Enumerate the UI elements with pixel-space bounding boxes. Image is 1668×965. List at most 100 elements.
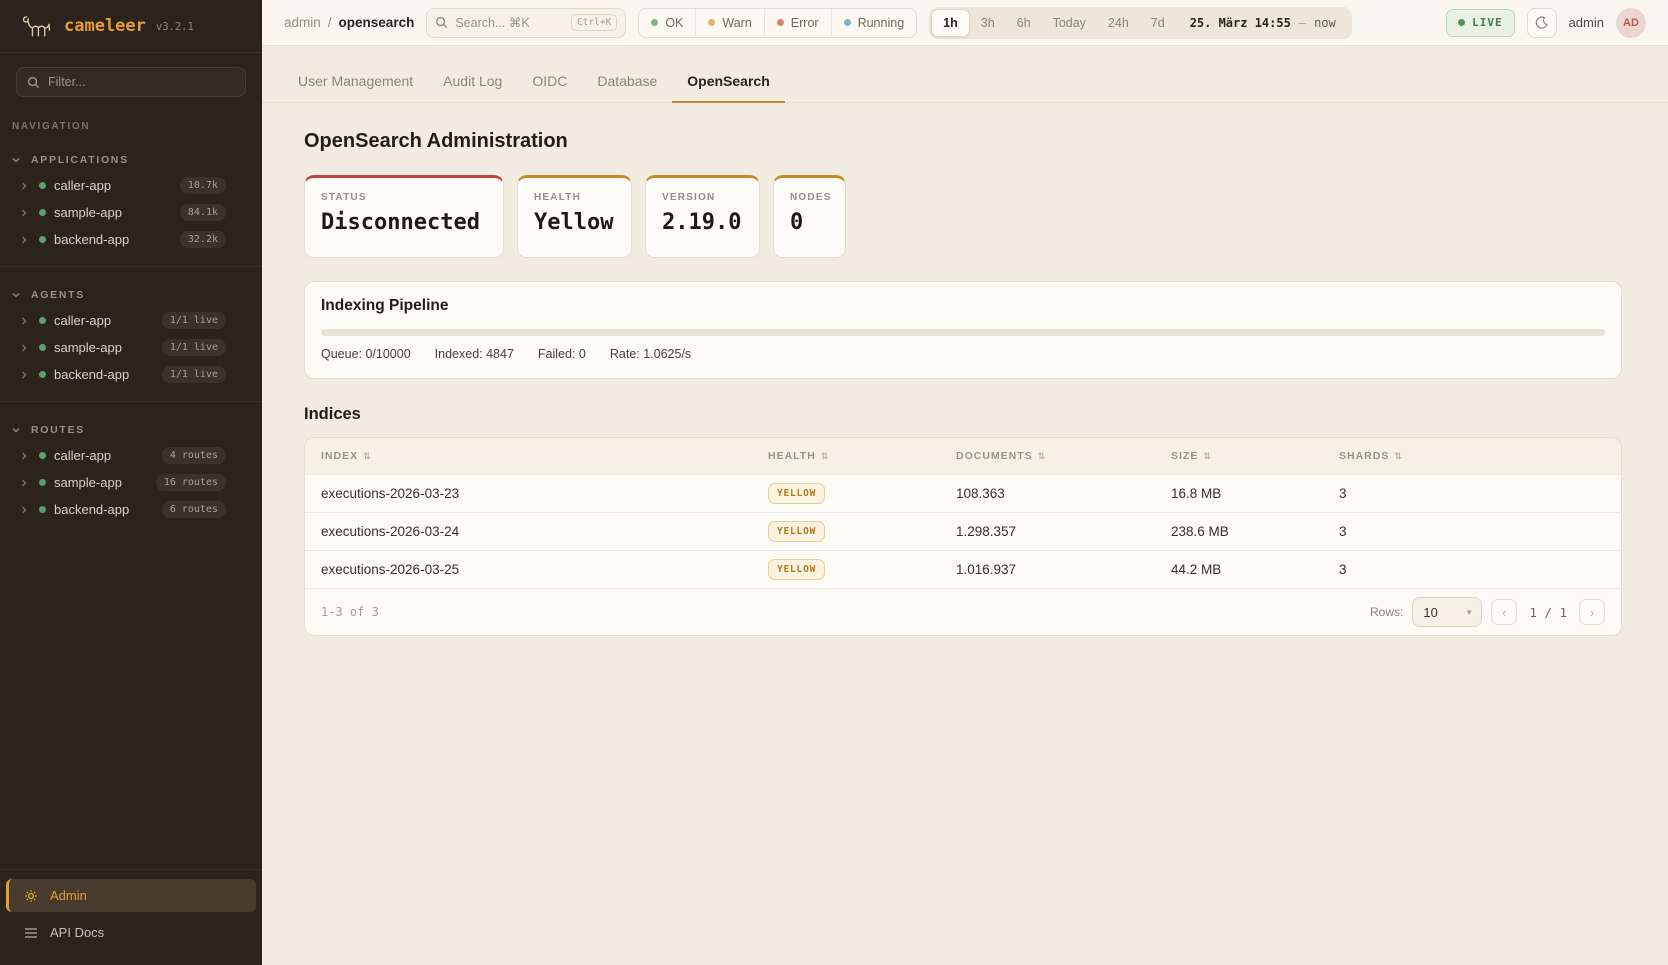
breadcrumb-current: opensearch: [339, 15, 415, 30]
pipeline-stats: Queue: 0/10000 Indexed: 4847 Failed: 0 R…: [321, 347, 1605, 361]
tab-database[interactable]: Database: [582, 73, 672, 102]
tab-opensearch[interactable]: OpenSearch: [672, 73, 784, 102]
live-count-badge: 1/1 live: [162, 366, 226, 383]
app-name: cameleer: [64, 16, 146, 36]
sidebar-item-admin[interactable]: Admin: [6, 879, 256, 912]
filter-ok-button[interactable]: OK: [639, 9, 695, 37]
list-icon: [24, 927, 38, 939]
search-placeholder: Search... ⌘K: [455, 15, 529, 30]
status-dot: [39, 452, 46, 459]
nodes-card: NODES 0: [773, 175, 846, 258]
sidebar-item-routes-sample-app[interactable]: sample-app 16 routes: [0, 469, 262, 496]
chevron-right-icon: [21, 506, 31, 514]
theme-toggle-button[interactable]: [1527, 8, 1557, 38]
time-range-1h[interactable]: 1h: [931, 9, 970, 37]
previous-page-button[interactable]: ‹: [1491, 599, 1517, 625]
pipeline-queue: Queue: 0/10000: [321, 347, 411, 361]
breadcrumb-separator: /: [328, 15, 332, 30]
health-cell: YELLOW: [752, 559, 940, 580]
time-range-display[interactable]: 25. März 14:55 — now: [1176, 16, 1350, 30]
health-cell: YELLOW: [752, 521, 940, 542]
sort-icon: ⇅: [1394, 451, 1403, 462]
sidebar-item-agents-backend-app[interactable]: backend-app 1/1 live: [0, 361, 262, 388]
live-count-badge: 1/1 live: [162, 312, 226, 329]
column-header-index[interactable]: INDEX⇅: [305, 450, 752, 462]
chevron-left-icon: ‹: [1502, 605, 1506, 620]
status-value: Disconnected: [321, 210, 487, 235]
app-version: v3.2.1: [156, 21, 194, 33]
chevron-down-icon: [12, 292, 20, 298]
chevron-down-icon: [12, 427, 20, 433]
rows-per-page-select[interactable]: 10 ▾: [1412, 597, 1482, 627]
status-dot: [39, 479, 46, 486]
nav-section-agents: AGENTS caller-app 1/1 live sample-app 1/…: [0, 273, 262, 388]
section-header-applications[interactable]: APPLICATIONS: [0, 148, 262, 172]
tab-audit-log[interactable]: Audit Log: [428, 73, 517, 102]
sidebar-item-routes-backend-app[interactable]: backend-app 6 routes: [0, 496, 262, 523]
time-range-6h[interactable]: 6h: [1006, 9, 1042, 37]
time-range-24h[interactable]: 24h: [1097, 9, 1140, 37]
sidebar-filter-input[interactable]: Filter...: [16, 67, 246, 97]
tab-user-management[interactable]: User Management: [283, 73, 428, 102]
table-row: executions-2026-03-25 YELLOW 1.016.937 4…: [305, 550, 1621, 588]
rows-per-page-label: Rows:: [1370, 605, 1403, 619]
time-range-7d[interactable]: 7d: [1140, 9, 1176, 37]
size-cell: 44.2 MB: [1155, 562, 1323, 577]
search-icon: [27, 76, 40, 89]
chevron-right-icon: [21, 344, 31, 352]
health-value: Yellow: [534, 210, 615, 235]
shards-cell: 3: [1323, 562, 1621, 577]
section-header-agents[interactable]: AGENTS: [0, 283, 262, 307]
routes-count-badge: 16 routes: [156, 474, 226, 491]
health-badge: YELLOW: [768, 559, 825, 580]
camel-logo-icon: [20, 12, 54, 40]
sidebar: cameleer v3.2.1 Filter... NAVIGATION APP…: [0, 0, 262, 965]
sort-icon: ⇅: [1038, 451, 1047, 462]
section-header-routes[interactable]: ROUTES: [0, 418, 262, 442]
chevron-right-icon: [21, 182, 31, 190]
column-header-shards[interactable]: SHARDS⇅: [1323, 450, 1621, 462]
filter-error-button[interactable]: Error: [764, 9, 831, 37]
pipeline-rate: Rate: 1.0625/s: [610, 347, 691, 361]
gear-icon: [24, 889, 38, 903]
live-status-badge[interactable]: LIVE: [1446, 9, 1515, 37]
time-range-3h[interactable]: 3h: [970, 9, 1006, 37]
health-badge: YELLOW: [768, 483, 825, 504]
page-title: OpenSearch Administration: [304, 130, 1622, 153]
documents-cell: 108.363: [940, 486, 1155, 501]
filter-running-button[interactable]: Running: [831, 9, 917, 37]
filter-warn-button[interactable]: Warn: [695, 9, 763, 37]
shards-cell: 3: [1323, 486, 1621, 501]
sidebar-item-routes-caller-app[interactable]: caller-app 4 routes: [0, 442, 262, 469]
documents-cell: 1.298.357: [940, 524, 1155, 539]
sidebar-item-agents-caller-app[interactable]: caller-app 1/1 live: [0, 307, 262, 334]
warn-status-dot: [708, 19, 715, 26]
column-header-documents[interactable]: DOCUMENTS⇅: [940, 450, 1155, 462]
status-dot: [39, 182, 46, 189]
health-cell: YELLOW: [752, 483, 940, 504]
sidebar-item-applications-sample-app[interactable]: sample-app 84.1k: [0, 199, 262, 226]
page-body: OpenSearch Administration STATUS Disconn…: [262, 103, 1668, 636]
status-dot: [39, 209, 46, 216]
version-card: VERSION 2.19.0: [645, 175, 760, 258]
time-range-today[interactable]: Today: [1042, 9, 1097, 37]
sidebar-item-applications-backend-app[interactable]: backend-app 32.2k: [0, 226, 262, 253]
nav-section-routes: ROUTES caller-app 4 routes sample-app 16…: [0, 408, 262, 523]
column-header-health[interactable]: HEALTH⇅: [752, 450, 940, 462]
health-badge: YELLOW: [768, 521, 825, 542]
sidebar-item-applications-caller-app[interactable]: caller-app 10.7k: [0, 172, 262, 199]
breadcrumb-parent[interactable]: admin: [284, 15, 321, 30]
sidebar-item-agents-sample-app[interactable]: sample-app 1/1 live: [0, 334, 262, 361]
main-area: admin / opensearch Search... ⌘K Ctrl+K O…: [262, 0, 1668, 965]
tab-oidc[interactable]: OIDC: [517, 73, 582, 102]
global-search-input[interactable]: Search... ⌘K Ctrl+K: [426, 8, 626, 38]
running-status-dot: [844, 19, 851, 26]
avatar[interactable]: AD: [1616, 8, 1646, 38]
table-header-row: INDEX⇅ HEALTH⇅ DOCUMENTS⇅ SIZE⇅ SHARDS⇅: [305, 438, 1621, 474]
sidebar-item-api-docs[interactable]: API Docs: [6, 916, 256, 949]
column-header-size[interactable]: SIZE⇅: [1155, 450, 1323, 462]
version-value: 2.19.0: [662, 210, 743, 235]
topbar: admin / opensearch Search... ⌘K Ctrl+K O…: [262, 0, 1668, 46]
next-page-button[interactable]: ›: [1579, 599, 1605, 625]
nav-section-title: NAVIGATION: [12, 121, 262, 132]
